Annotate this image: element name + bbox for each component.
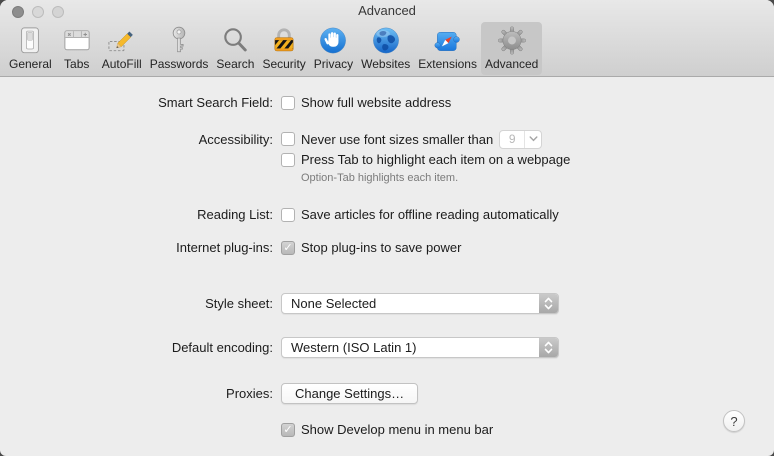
smart-search-control: Show full website address (281, 95, 451, 110)
font-size-value: 9 (508, 132, 516, 146)
internet-plugins-label: Internet plug-ins: (176, 240, 273, 255)
reading-list-row: Reading List: Save articles for offline … (0, 205, 774, 224)
style-sheet-value: None Selected (291, 296, 377, 311)
window-chrome: Advanced General Tabs AutoFill Passwords… (0, 0, 774, 77)
updown-chevrons-icon (539, 338, 558, 357)
toolbar-item-label: Privacy (313, 57, 354, 71)
globe-icon (369, 24, 403, 56)
develop-menu-row: Show Develop menu in menu bar (0, 420, 774, 439)
close-button[interactable] (12, 6, 24, 18)
tab-highlight-control: Press Tab to highlight each item on a we… (281, 152, 570, 167)
toolbar-item-general[interactable]: General (5, 22, 56, 75)
padlock-icon (267, 24, 301, 56)
toolbar-item-websites[interactable]: Websites (357, 22, 414, 75)
stop-plugins-option-label[interactable]: Stop plug-ins to save power (301, 240, 461, 255)
pencil-icon (105, 24, 139, 56)
toolbar-item-label: Search (216, 57, 255, 71)
default-encoding-row: Default encoding: Western (ISO Latin 1) (0, 337, 774, 358)
chevron-down-icon (524, 130, 541, 148)
toolbar-item-label: Tabs (64, 57, 90, 71)
default-encoding-label: Default encoding: (171, 340, 273, 355)
internet-plugins-row: Internet plug-ins: Stop plug-ins to save… (0, 238, 774, 257)
help-button[interactable]: ? (723, 410, 745, 432)
style-sheet-row: Style sheet: None Selected (0, 293, 774, 314)
toolbar-item-label: General (9, 57, 52, 71)
show-develop-menu-checkbox[interactable] (281, 422, 295, 437)
toolbar-item-extensions[interactable]: Extensions (414, 22, 481, 75)
save-articles-option-label[interactable]: Save articles for offline reading automa… (301, 207, 559, 222)
plugins-control: Stop plug-ins to save power (281, 240, 461, 255)
change-settings-button[interactable]: Change Settings… (281, 382, 419, 404)
toolbar-item-search[interactable]: Search (212, 22, 258, 75)
save-articles-checkbox[interactable] (281, 207, 295, 222)
show-full-address-checkbox[interactable] (281, 95, 295, 110)
minimize-button[interactable] (32, 6, 44, 18)
accessibility-row-2: Press Tab to highlight each item on a we… (0, 150, 774, 169)
default-encoding-control: Western (ISO Latin 1) (281, 337, 559, 358)
font-size-control: Never use font sizes smaller than 9 (281, 129, 543, 149)
show-develop-menu-option-label[interactable]: Show Develop menu in menu bar (301, 422, 493, 437)
toolbar-item-passwords[interactable]: Passwords (146, 22, 213, 75)
smart-search-label: Smart Search Field: (158, 95, 273, 110)
toolbar-item-security[interactable]: Security (258, 22, 309, 75)
show-full-address-option-label[interactable]: Show full website address (301, 95, 451, 110)
key-icon (162, 24, 196, 56)
zoom-button[interactable] (52, 6, 64, 18)
light-switch-icon (13, 24, 47, 56)
reading-list-label: Reading List: (197, 207, 273, 222)
toolbar-item-label: AutoFill (101, 57, 142, 71)
toolbar-item-label: Security (262, 57, 306, 71)
option-tab-note: Option-Tab highlights each item. (301, 172, 459, 184)
advanced-pane: Smart Search Field: Show full website ad… (0, 77, 774, 439)
toolbar-item-tabs[interactable]: Tabs (56, 22, 98, 75)
style-sheet-control: None Selected (281, 293, 559, 314)
font-size-dropdown[interactable]: 9 (499, 129, 543, 149)
titlebar[interactable]: Advanced (0, 0, 774, 21)
stop-hand-icon (316, 24, 350, 56)
gear-icon (495, 24, 529, 56)
magnifier-icon (218, 24, 252, 56)
puzzle-icon (431, 24, 465, 56)
tabs-window-icon (60, 24, 94, 56)
develop-menu-control: Show Develop menu in menu bar (281, 422, 493, 437)
accessibility-label: Accessibility: (198, 131, 273, 147)
font-size-option-label[interactable]: Never use font sizes smaller than (301, 132, 493, 147)
traffic-lights (12, 6, 64, 18)
default-encoding-value: Western (ISO Latin 1) (291, 340, 417, 355)
safari-preferences-window: Advanced General Tabs AutoFill Passwords… (0, 0, 774, 456)
proxies-control: Change Settings… (281, 382, 419, 404)
font-size-checkbox[interactable] (281, 132, 295, 146)
updown-chevrons-icon (539, 294, 558, 313)
toolbar-item-advanced[interactable]: Advanced (480, 22, 543, 75)
style-sheet-label: Style sheet: (205, 296, 273, 311)
proxies-row: Proxies: Change Settings… (0, 382, 774, 404)
accessibility-note-row: Option-Tab highlights each item. (0, 171, 774, 185)
proxies-label: Proxies: (226, 385, 273, 401)
press-tab-option-label[interactable]: Press Tab to highlight each item on a we… (301, 152, 570, 167)
note-wrap: Option-Tab highlights each item. (281, 172, 458, 184)
reading-list-control: Save articles for offline reading automa… (281, 207, 559, 222)
style-sheet-select[interactable]: None Selected (281, 293, 559, 314)
press-tab-checkbox[interactable] (281, 152, 295, 167)
preferences-toolbar: General Tabs AutoFill Passwords Search S… (0, 21, 774, 75)
toolbar-item-autofill[interactable]: AutoFill (98, 22, 146, 75)
accessibility-row-1: Accessibility: Never use font sizes smal… (0, 129, 774, 149)
toolbar-item-label: Advanced (484, 57, 539, 71)
smart-search-row: Smart Search Field: Show full website ad… (0, 93, 774, 112)
toolbar-item-privacy[interactable]: Privacy (310, 22, 357, 75)
toolbar-item-label: Websites (361, 57, 411, 71)
toolbar-item-label: Extensions (418, 57, 477, 71)
toolbar-item-label: Passwords (149, 57, 209, 71)
window-title: Advanced (358, 3, 416, 18)
stop-plugins-checkbox[interactable] (281, 240, 295, 255)
default-encoding-select[interactable]: Western (ISO Latin 1) (281, 337, 559, 358)
